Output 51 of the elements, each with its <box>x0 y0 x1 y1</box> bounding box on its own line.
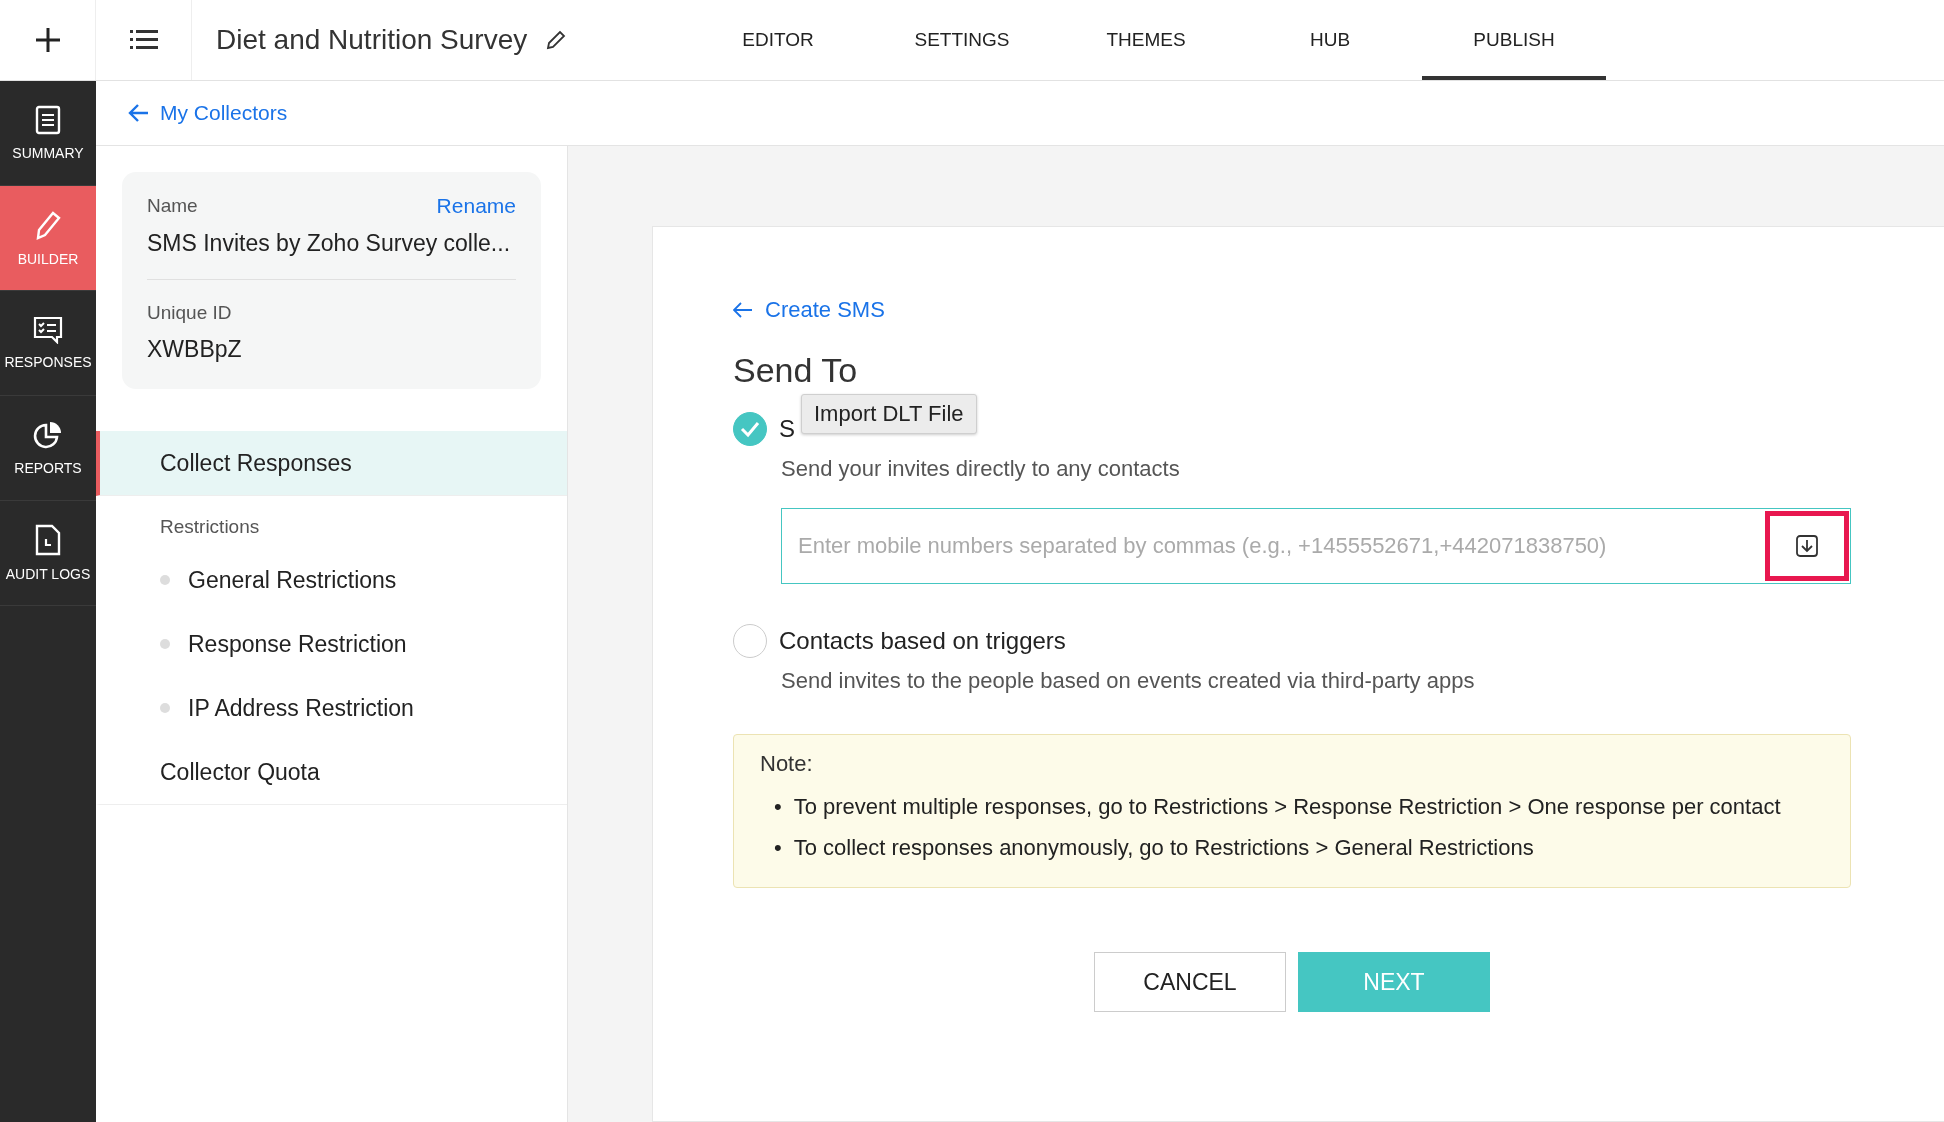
create-sms-link[interactable]: Create SMS <box>733 297 885 323</box>
pie-chart-icon <box>33 420 63 450</box>
unique-id-label: Unique ID <box>147 302 233 324</box>
note-title: Note: <box>760 751 814 777</box>
bullet-icon: • <box>774 832 782 863</box>
import-button[interactable] <box>1765 511 1849 581</box>
nav-tab[interactable]: SETTINGS <box>870 0 1054 80</box>
rail-item[interactable]: RESPONSES <box>0 291 96 396</box>
nav-tab[interactable]: HUB <box>1238 0 1422 80</box>
phone-numbers-field[interactable]: Enter mobile numbers separated by commas (e.g., +1455552671,+442071838750) <box>781 508 1851 584</box>
sidebar-subitem[interactable]: General Restrictions <box>188 566 397 594</box>
name-label: Name <box>147 195 198 217</box>
nav-tab[interactable]: EDITOR <box>686 0 870 80</box>
radio-button[interactable] <box>733 412 767 446</box>
menu-icon[interactable] <box>129 29 158 51</box>
collector-name: SMS Invites by Zoho Survey colle... <box>147 230 512 257</box>
my-collectors-link[interactable]: My Collectors <box>128 101 288 125</box>
form-heading: Send To <box>733 351 859 390</box>
sidebar-subitem[interactable]: Response Restriction <box>188 630 407 658</box>
option-label: Contacts based on triggers <box>779 627 1066 655</box>
tooltip: Import DLT File <box>801 394 977 434</box>
option-description: Send your invites directly to any contacts <box>781 456 1181 482</box>
sidebar-item[interactable]: Collect Responses <box>96 431 567 496</box>
note-item: To prevent multiple responses, go to Restrictions > Response Restriction > One response per contact <box>793 793 1781 821</box>
bullet-icon <box>160 639 170 649</box>
back-arrow-icon <box>733 302 753 318</box>
document-icon <box>35 105 61 135</box>
unique-id-value: XWBBpZ <box>147 336 243 363</box>
survey-title: Diet and Nutrition Survey <box>216 24 528 56</box>
bullet-icon: • <box>774 791 782 822</box>
section-heading: Restrictions <box>159 515 261 539</box>
add-icon[interactable] <box>33 26 62 54</box>
pencil-icon <box>34 209 62 241</box>
bullet-icon <box>160 575 170 585</box>
option-description: Send invites to the people based on events created via third-party apps <box>781 668 1476 694</box>
rail-item[interactable]: AUDIT LOGS <box>0 501 96 606</box>
back-arrow-icon <box>128 103 150 123</box>
sidebar-item[interactable]: Collector Quota <box>96 740 567 805</box>
download-icon <box>1795 534 1819 558</box>
sidebar-subitem[interactable]: IP Address Restriction <box>188 694 414 722</box>
rename-link[interactable]: Rename <box>436 194 516 218</box>
nav-tab[interactable]: THEMES <box>1054 0 1238 80</box>
note-item: To collect responses anonymously, go to Restrictions > General Restrictions <box>793 834 1534 862</box>
nav-tab[interactable]: PUBLISH <box>1422 0 1606 80</box>
document-clock-icon <box>35 524 61 556</box>
checklist-icon <box>33 316 63 344</box>
pencil-icon[interactable] <box>545 29 568 51</box>
checkmark-icon <box>739 420 761 438</box>
option-label: S <box>779 415 795 443</box>
cancel-button[interactable]: CANCEL <box>1094 952 1286 1012</box>
bullet-icon <box>160 703 170 713</box>
